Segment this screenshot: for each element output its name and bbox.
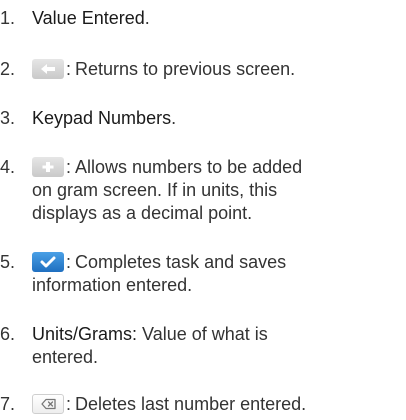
item-text: : Completes task and saves information en… <box>32 252 287 295</box>
item-number: 7. <box>0 394 16 414</box>
item-rest-line1: Allows numbers to be added <box>75 157 303 177</box>
item-number: 2. <box>0 59 16 79</box>
item-number: 4. <box>0 157 16 177</box>
item-number: 5. <box>0 252 16 272</box>
item-rest: Returns to previous screen. <box>75 59 296 79</box>
item-rest-line2: on gram screen. If in units, this <box>32 180 278 200</box>
item-number: 3. <box>0 108 16 128</box>
item-text: : Allows numbers to be added on gram scre… <box>32 157 303 223</box>
item-lead: Units/Grams: <box>32 324 138 344</box>
item-text: : Returns to previous screen. <box>32 58 406 81</box>
item-text: Keypad Numbers. <box>32 107 406 130</box>
item-text: Units/Grams: Value of what is entered. <box>32 323 406 369</box>
item-rest: . <box>171 108 177 128</box>
item-number: 6. <box>0 324 16 344</box>
item-text: : Deletes last number entered. <box>32 393 406 416</box>
instructions-list: 1. Value Entered. 2. : Returns to previou… <box>0 0 406 420</box>
item-lead: Keypad Numbers <box>32 108 172 128</box>
item-rest-line3: displays as a decimal point. <box>32 203 253 223</box>
item-rest-line1: Completes task and saves <box>75 252 287 272</box>
back-arrow-icon <box>32 59 64 79</box>
item-number: 1. <box>0 8 16 28</box>
item-rest: Deletes last number entered. <box>75 394 307 414</box>
plus-icon <box>32 157 64 177</box>
checkmark-icon <box>32 252 64 272</box>
item-text: Value Entered. <box>32 7 406 30</box>
item-rest-line1: Value of what is <box>142 324 268 344</box>
item-lead: Value Entered <box>32 8 145 28</box>
delete-icon <box>32 394 64 414</box>
item-rest-line2: information entered. <box>32 275 193 295</box>
item-rest-line2: entered. <box>32 347 99 367</box>
item-rest: . <box>144 8 150 28</box>
